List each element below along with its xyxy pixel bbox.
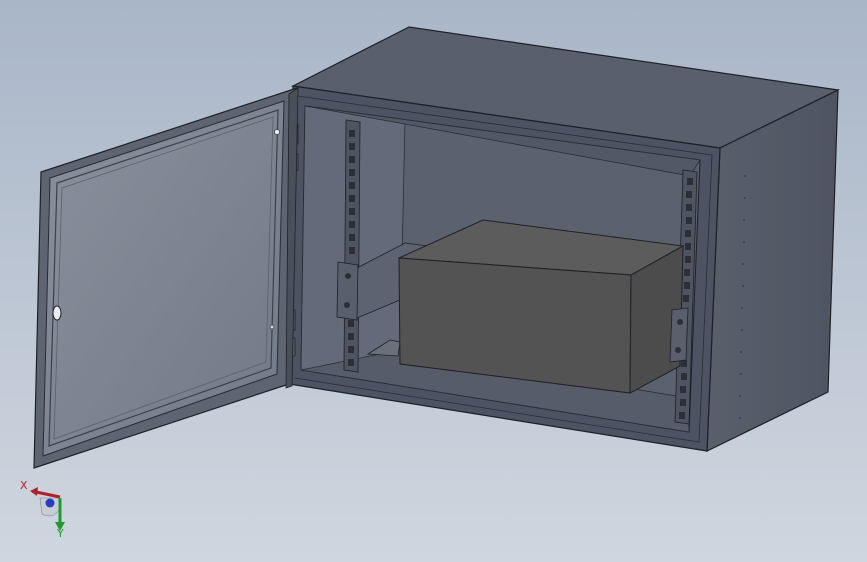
- triad-x-label: X: [20, 479, 28, 492]
- triad-x-arrow-icon: [30, 487, 38, 496]
- mounting-ear-right: [669, 307, 689, 363]
- mounting-hole: [344, 302, 350, 308]
- triad-z-axis-icon: [45, 498, 55, 508]
- enclosure-side-face: [706, 89, 839, 452]
- mounting-hole: [675, 347, 681, 353]
- door-screw: [269, 324, 275, 330]
- triad-x-axis-icon: [35, 490, 61, 499]
- door-screw: [274, 129, 280, 135]
- mounting-ear-left: [336, 261, 359, 321]
- model-scene[interactable]: [0, 0, 867, 562]
- mounting-hole: [677, 319, 683, 325]
- mounting-hole: [345, 273, 351, 279]
- door-lock: [52, 305, 62, 321]
- orientation-triad: X Y: [14, 478, 74, 542]
- triad-y-label: Y: [57, 527, 64, 540]
- graphics-viewport[interactable]: X Y: [0, 0, 867, 562]
